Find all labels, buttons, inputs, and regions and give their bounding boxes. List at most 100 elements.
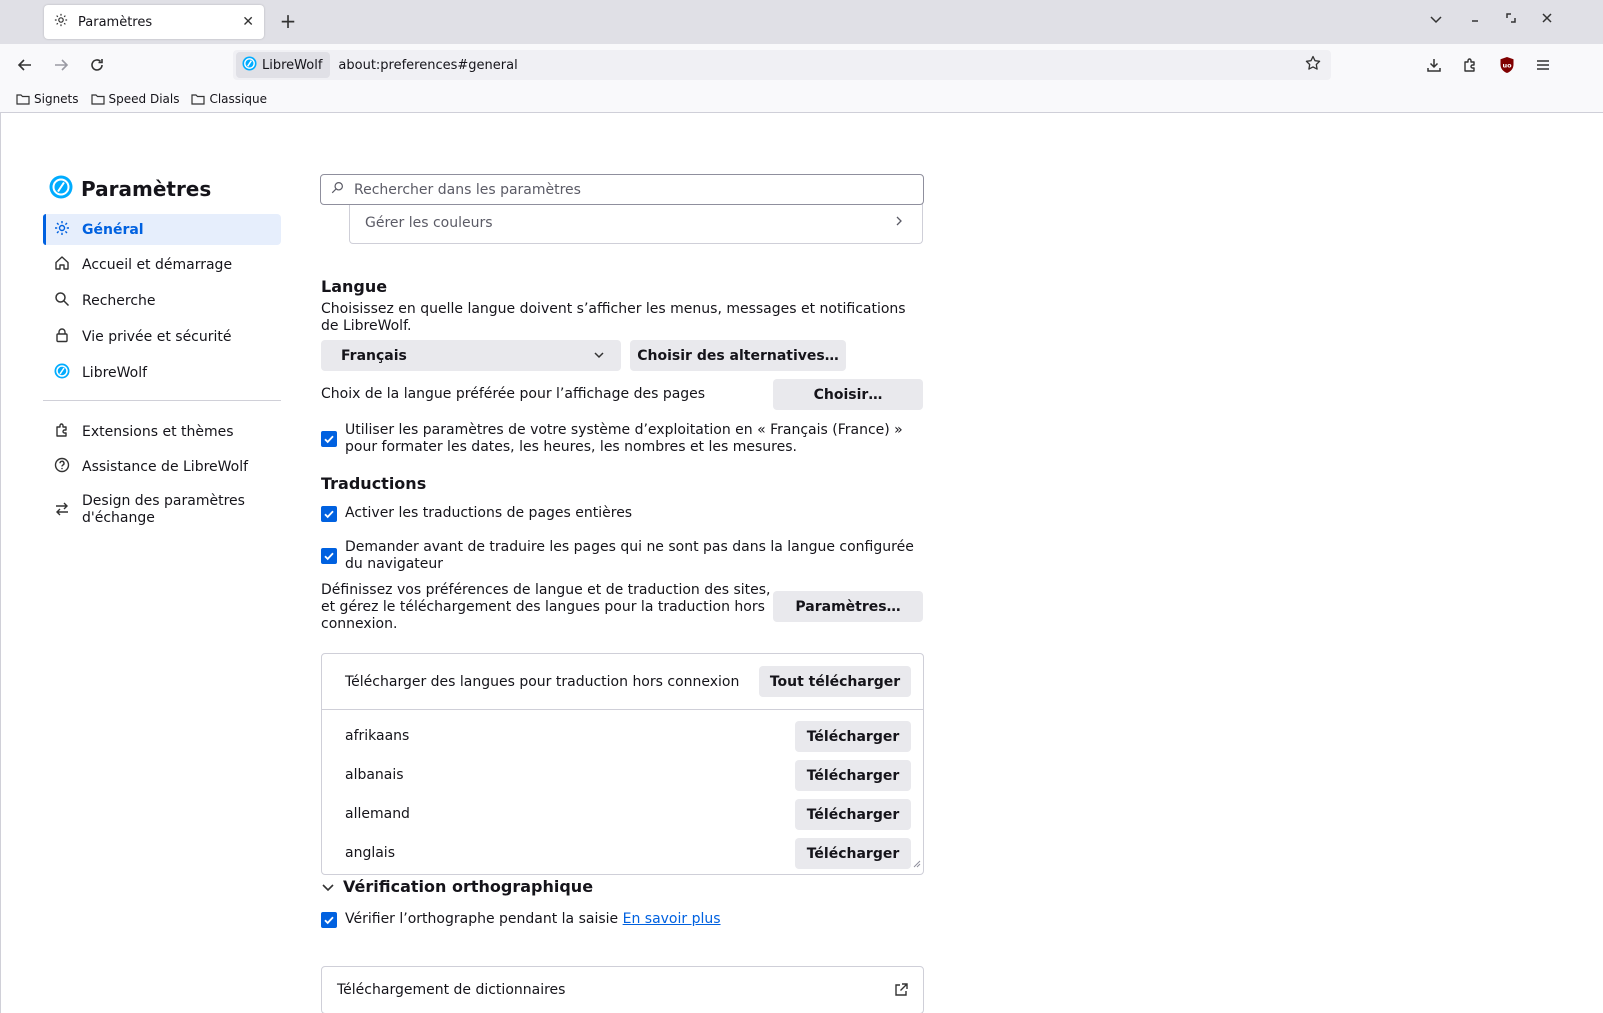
url-bar[interactable]: LibreWolf about:preferences#general xyxy=(233,50,1331,80)
page-title: Paramètres xyxy=(81,177,212,201)
librewolf-logo-icon xyxy=(49,175,73,203)
gear-icon xyxy=(54,13,68,31)
back-icon[interactable] xyxy=(12,52,38,78)
sidebar-item-label: LibreWolf xyxy=(82,364,148,381)
language-select-value: Français xyxy=(341,347,407,364)
offline-languages-header: Télécharger des langues pour traduction … xyxy=(322,654,923,710)
language-select[interactable]: Français xyxy=(321,340,621,371)
minimize-icon[interactable] xyxy=(1465,12,1485,28)
bookmark-label: Classique xyxy=(209,92,267,106)
sidebar-header: Paramètres xyxy=(49,175,211,203)
menu-icon[interactable] xyxy=(1530,52,1556,78)
choose-alternatives-button[interactable]: Choisir des alternatives… xyxy=(630,340,846,371)
translation-settings-description: Définissez vos préférences de langue et … xyxy=(321,582,771,632)
choose-page-language-button[interactable]: Choisir… xyxy=(773,379,923,410)
settings-search[interactable] xyxy=(320,174,924,205)
sidebar-item-exchange-design[interactable]: Design des paramètres d'échange xyxy=(43,491,281,531)
sidebar-item-label: Vie privée et sécurité xyxy=(82,328,232,345)
external-link-icon xyxy=(893,982,909,1002)
os-locale-checkbox[interactable] xyxy=(321,431,337,447)
spellcheck-heading-row[interactable]: Vérification orthographique xyxy=(321,877,593,896)
download-language-button[interactable]: Télécharger xyxy=(795,760,911,791)
sidebar-item-search[interactable]: Recherche xyxy=(43,285,281,316)
download-all-button[interactable]: Tout télécharger xyxy=(759,666,911,697)
resize-grip-icon[interactable] xyxy=(911,856,921,872)
librewolf-logo-icon xyxy=(242,55,257,75)
url-text[interactable]: about:preferences#general xyxy=(338,58,1305,73)
sidebar-item-support[interactable]: Assistance de LibreWolf xyxy=(43,451,281,482)
check-icon xyxy=(324,435,334,444)
download-language-button[interactable]: Télécharger xyxy=(795,838,911,869)
sidebar-item-label: Général xyxy=(82,221,144,238)
tab-settings[interactable]: Paramètres ✕ xyxy=(44,5,264,39)
sidebar-item-general[interactable]: Général xyxy=(43,214,281,245)
spellcheck-checkbox[interactable] xyxy=(321,912,337,928)
enable-translations-checkbox[interactable] xyxy=(321,506,337,522)
sidebar-item-privacy[interactable]: Vie privée et sécurité xyxy=(43,321,281,352)
window-close-icon[interactable] xyxy=(1537,12,1557,28)
bookmarks-bar: Signets Speed Dials Classique xyxy=(0,86,1603,113)
bookmark-label: Signets xyxy=(34,92,79,106)
bookmark-folder-speed-dials[interactable]: Speed Dials xyxy=(90,92,179,106)
spellcheck-label: Vérifier l’orthographe pendant la saisie xyxy=(345,911,619,927)
tab-bar: Paramètres ✕ + xyxy=(0,0,1603,44)
language-name: afrikaans xyxy=(345,728,410,744)
enable-translations-label: Activer les traductions de pages entière… xyxy=(345,505,633,521)
translations-heading: Traductions xyxy=(321,474,427,493)
check-icon xyxy=(324,552,334,561)
offline-languages-list: Télécharger des langues pour traduction … xyxy=(321,653,924,875)
forward-icon[interactable] xyxy=(48,52,74,78)
folder-icon xyxy=(16,94,30,105)
bookmark-folder-classique[interactable]: Classique xyxy=(191,92,267,106)
extensions-icon[interactable] xyxy=(1457,52,1483,78)
learn-more-link[interactable]: En savoir plus xyxy=(623,911,721,927)
identity-label: LibreWolf xyxy=(262,57,323,73)
nav-bar: LibreWolf about:preferences#general uo xyxy=(0,44,1603,86)
ask-translate-label: Demander avant de traduire les pages qui… xyxy=(345,539,914,572)
os-locale-label: Utiliser les paramètres de votre système… xyxy=(345,422,903,455)
new-tab-button[interactable]: + xyxy=(276,10,300,34)
close-icon[interactable]: ✕ xyxy=(242,14,254,30)
folder-icon xyxy=(90,94,105,105)
spellcheck-label-row: Vérifier l’orthographe pendant la saisie… xyxy=(345,911,721,928)
preferences-page: Paramètres Général Accueil et démarrage … xyxy=(0,113,1603,1013)
sidebar-item-addons[interactable]: Extensions et thèmes xyxy=(43,416,281,447)
spellcheck-heading: Vérification orthographique xyxy=(343,877,594,896)
sidebar-item-label: Recherche xyxy=(82,292,156,309)
page-language-label: Choix de la langue préférée pour l’affic… xyxy=(321,386,706,402)
chevron-right-icon xyxy=(894,215,904,231)
puzzle-icon xyxy=(54,422,70,442)
folder-icon xyxy=(191,94,206,105)
check-icon xyxy=(324,916,334,925)
translation-settings-button[interactable]: Paramètres… xyxy=(773,591,923,622)
list-all-tabs-icon[interactable] xyxy=(1426,12,1446,30)
download-language-button[interactable]: Télécharger xyxy=(795,721,911,752)
maximize-icon[interactable] xyxy=(1501,12,1521,28)
sidebar-item-label: Accueil et démarrage xyxy=(82,256,233,273)
dictionaries-download-row[interactable]: Téléchargement de dictionnaires xyxy=(321,966,924,1013)
sidebar-divider xyxy=(43,400,281,401)
check-icon xyxy=(324,510,334,519)
sidebar-item-home[interactable]: Accueil et démarrage xyxy=(43,249,281,280)
manage-colors-label: Gérer les couleurs xyxy=(365,215,493,231)
search-input[interactable] xyxy=(354,181,894,198)
reload-icon[interactable] xyxy=(84,52,110,78)
bookmark-folder-signets[interactable]: Signets xyxy=(16,92,79,106)
gear-icon xyxy=(54,220,70,240)
manage-colors-row[interactable]: Gérer les couleurs xyxy=(349,203,923,244)
chevron-down-icon xyxy=(593,349,605,365)
dictionaries-label: Téléchargement de dictionnaires xyxy=(337,982,566,998)
svg-text:uo: uo xyxy=(1502,62,1512,70)
bookmark-star-icon[interactable] xyxy=(1305,55,1321,75)
sidebar-item-label: Extensions et thèmes xyxy=(82,423,234,440)
identity-box[interactable]: LibreWolf xyxy=(236,52,331,78)
offline-languages-label: Télécharger des langues pour traduction … xyxy=(345,673,740,690)
download-language-button[interactable]: Télécharger xyxy=(795,799,911,830)
language-name: anglais xyxy=(345,845,395,861)
downloads-icon[interactable] xyxy=(1421,52,1447,78)
ublock-origin-icon[interactable]: uo xyxy=(1494,52,1520,78)
ask-translate-checkbox[interactable] xyxy=(321,548,337,564)
sidebar-item-librewolf[interactable]: LibreWolf xyxy=(43,357,281,388)
language-name: allemand xyxy=(345,806,410,822)
language-heading: Langue xyxy=(321,277,388,296)
